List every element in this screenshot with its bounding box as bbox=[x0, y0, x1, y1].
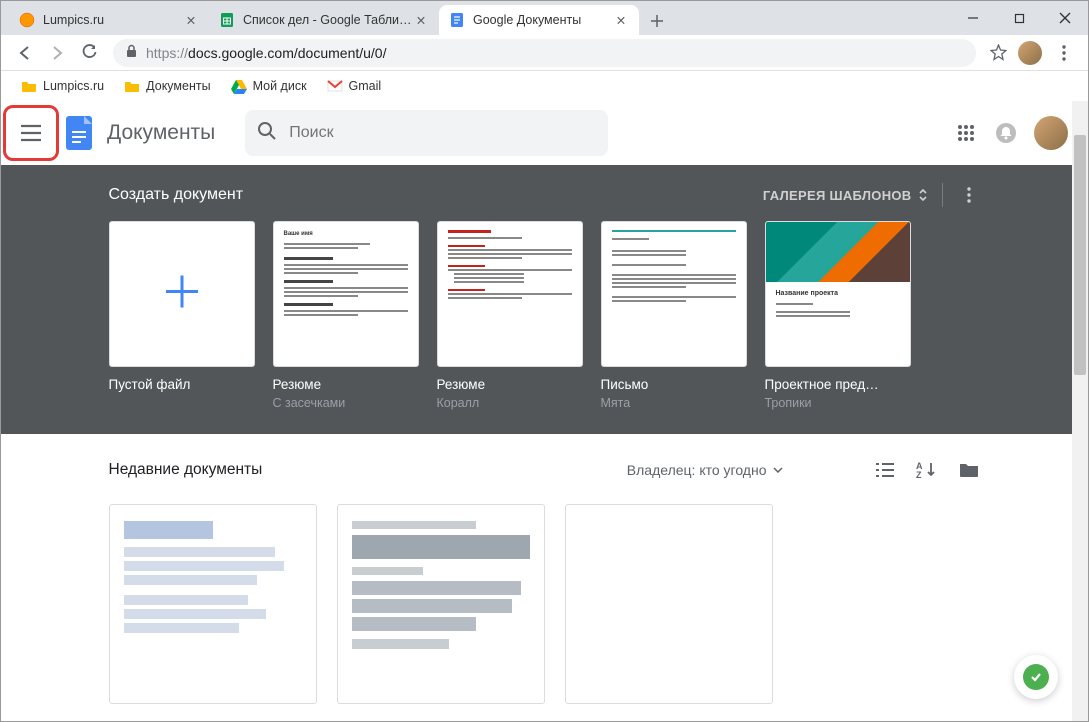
list-view-button[interactable] bbox=[873, 458, 897, 482]
template-resume-coral[interactable]: Резюме Коралл bbox=[437, 221, 583, 410]
template-subtitle: Тропики bbox=[765, 396, 911, 410]
app-title: Документы bbox=[107, 121, 215, 145]
address-bar[interactable]: https://docs.google.com/document/u/0/ bbox=[113, 39, 976, 67]
template-gallery: Создать документ ГАЛЕРЕЯ ШАБЛОНОВ Пустой… bbox=[1, 165, 1088, 434]
template-project-tropics[interactable]: Название проекта Проектное пред… Тропики bbox=[765, 221, 911, 410]
template-subtitle: С засечками bbox=[273, 396, 419, 410]
bookmark-documents[interactable]: Документы bbox=[116, 74, 218, 98]
document-card[interactable] bbox=[337, 504, 545, 704]
back-button[interactable] bbox=[9, 37, 41, 69]
search-input[interactable] bbox=[289, 124, 595, 142]
templates-heading: Создать документ bbox=[109, 186, 244, 204]
address-row: https://docs.google.com/document/u/0/ bbox=[1, 35, 1088, 71]
plus-icon bbox=[158, 268, 206, 321]
drive-icon bbox=[231, 78, 247, 94]
minimize-button[interactable] bbox=[950, 1, 996, 35]
tab-close-icon[interactable]: ✕ bbox=[613, 12, 629, 28]
chevron-down-icon bbox=[773, 467, 783, 473]
template-name: Проектное пред… bbox=[765, 377, 911, 392]
google-apps-button[interactable] bbox=[946, 113, 986, 153]
check-icon bbox=[1023, 664, 1049, 690]
close-window-button[interactable] bbox=[1042, 1, 1088, 35]
recent-heading: Недавние документы bbox=[109, 461, 263, 479]
project-thumb-title: Название проекта bbox=[776, 290, 900, 297]
scrollbar-thumb[interactable] bbox=[1074, 135, 1086, 375]
template-letter-mint[interactable]: Письмо Мята bbox=[601, 221, 747, 410]
window-controls bbox=[950, 1, 1088, 35]
template-name: Резюме bbox=[273, 377, 419, 392]
folder-icon bbox=[124, 78, 140, 94]
recent-documents: Недавние документы Владелец: кто угодно … bbox=[1, 434, 1088, 704]
lock-icon bbox=[125, 44, 138, 61]
bell-icon bbox=[995, 122, 1017, 144]
maximize-button[interactable] bbox=[996, 1, 1042, 35]
bookmark-label: Gmail bbox=[349, 79, 382, 93]
bookmark-label: Мой диск bbox=[253, 79, 307, 93]
template-name: Письмо bbox=[601, 377, 747, 392]
docs-header: Документы bbox=[1, 101, 1088, 165]
template-resume-serif[interactable]: Ваше имя Резюме С засечками bbox=[273, 221, 419, 410]
template-blank[interactable]: Пустой файл bbox=[109, 221, 255, 410]
bookmark-lumpics[interactable]: Lumpics.ru bbox=[13, 74, 112, 98]
tab-title: Список дел - Google Таблицы bbox=[243, 13, 413, 27]
search-box[interactable] bbox=[245, 110, 607, 156]
gmail-icon bbox=[327, 78, 343, 94]
template-gallery-link[interactable]: ГАЛЕРЕЯ ШАБЛОНОВ bbox=[763, 188, 928, 203]
notifications-button[interactable] bbox=[986, 113, 1026, 153]
document-card[interactable] bbox=[565, 504, 773, 704]
bookmark-drive[interactable]: Мой диск bbox=[223, 74, 315, 98]
sort-button[interactable]: AZ bbox=[915, 458, 939, 482]
bookmark-label: Lumpics.ru bbox=[43, 79, 104, 93]
unfold-icon bbox=[918, 188, 928, 202]
template-subtitle: Коралл bbox=[437, 396, 583, 410]
open-folder-button[interactable] bbox=[957, 458, 981, 482]
url-scheme: https:// bbox=[146, 45, 188, 61]
folder-icon bbox=[21, 78, 37, 94]
forward-button[interactable] bbox=[41, 37, 73, 69]
main-menu-button[interactable] bbox=[9, 111, 53, 155]
browser-tab-lumpics[interactable]: Lumpics.ru ✕ bbox=[9, 5, 209, 35]
favicon-sheets-icon bbox=[219, 12, 235, 28]
owner-filter-label: Владелец: кто угодно bbox=[627, 462, 767, 478]
account-avatar[interactable] bbox=[1034, 116, 1068, 150]
url-path: docs.google.com/document/u/0/ bbox=[188, 45, 386, 61]
svg-text:Z: Z bbox=[916, 470, 922, 479]
favicon-docs-icon bbox=[449, 12, 465, 28]
tab-close-icon[interactable]: ✕ bbox=[413, 12, 429, 28]
hamburger-icon bbox=[20, 124, 42, 142]
browser-tab-docs[interactable]: Google Документы ✕ bbox=[439, 5, 639, 35]
new-tab-button[interactable] bbox=[643, 7, 671, 35]
owner-filter-dropdown[interactable]: Владелец: кто угодно bbox=[627, 462, 783, 478]
template-subtitle: Мята bbox=[601, 396, 747, 410]
bookmark-label: Документы bbox=[146, 79, 210, 93]
gallery-link-label: ГАЛЕРЕЯ ШАБЛОНОВ bbox=[763, 188, 912, 203]
tab-close-icon[interactable]: ✕ bbox=[183, 12, 199, 28]
bookmark-star-icon[interactable] bbox=[984, 44, 1012, 61]
template-name: Резюме bbox=[437, 377, 583, 392]
bookmarks-bar: Lumpics.ru Документы Мой диск Gmail bbox=[1, 71, 1088, 101]
apps-grid-icon bbox=[957, 124, 975, 142]
template-name: Пустой файл bbox=[109, 377, 255, 392]
browser-menu-button[interactable] bbox=[1048, 45, 1080, 61]
tab-strip: Lumpics.ru ✕ Список дел - Google Таблицы… bbox=[1, 1, 1088, 35]
shield-check-badge[interactable] bbox=[1014, 655, 1058, 699]
tab-title: Google Документы bbox=[473, 13, 613, 27]
docs-logo-icon[interactable] bbox=[59, 113, 99, 153]
browser-tab-sheets[interactable]: Список дел - Google Таблицы ✕ bbox=[209, 5, 439, 35]
tab-title: Lumpics.ru bbox=[43, 13, 183, 27]
document-card[interactable] bbox=[109, 504, 317, 704]
favicon-orange-icon bbox=[19, 12, 35, 28]
profile-avatar-small[interactable] bbox=[1018, 41, 1042, 65]
search-icon bbox=[257, 121, 277, 146]
templates-more-button[interactable] bbox=[957, 187, 981, 203]
bookmark-gmail[interactable]: Gmail bbox=[319, 74, 390, 98]
reload-button[interactable] bbox=[73, 37, 105, 69]
separator bbox=[942, 183, 943, 207]
